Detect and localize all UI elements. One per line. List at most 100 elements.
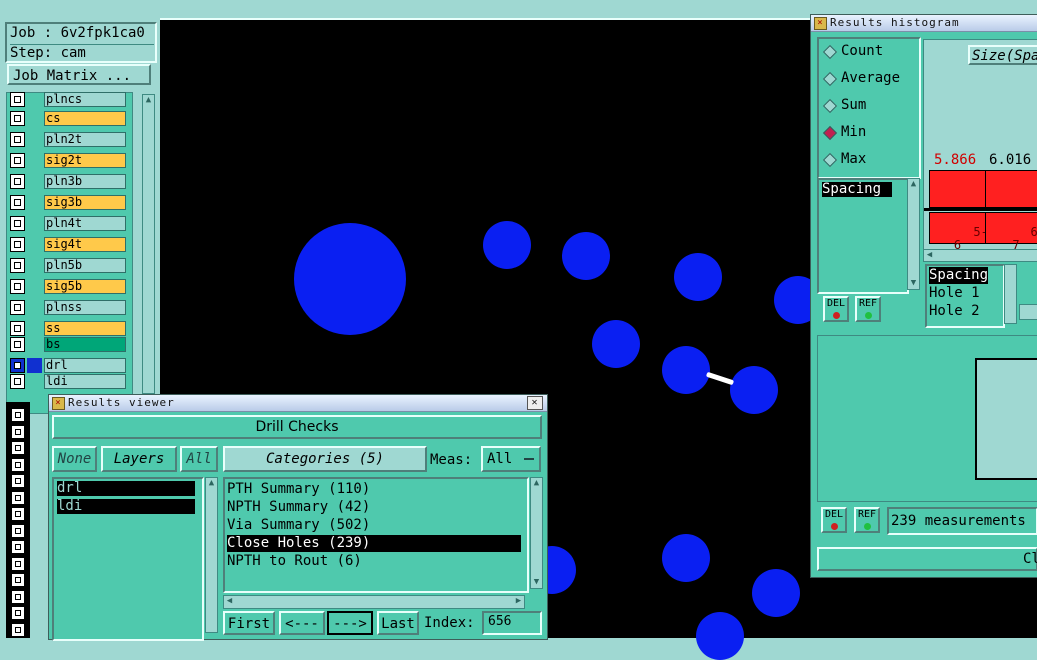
results-viewer-titlebar[interactable]: × Results viewer ✕ xyxy=(49,395,547,412)
row-checkbox[interactable] xyxy=(11,556,25,571)
all-layers-button[interactable]: All xyxy=(180,446,218,472)
layer-row-plnss[interactable]: plnss xyxy=(10,300,128,315)
layer-row-ss[interactable]: ss xyxy=(10,321,128,336)
layer-checkbox[interactable] xyxy=(10,195,25,210)
scroll-up-arrow[interactable]: ▲ xyxy=(531,478,542,489)
row-checkbox[interactable] xyxy=(11,573,25,587)
layer-list-scrollbar[interactable]: ▲ xyxy=(142,94,155,394)
category-item[interactable]: NPTH to Rout (6) xyxy=(227,553,521,570)
histogram-bar-2[interactable] xyxy=(985,170,1037,208)
category-item[interactable]: NPTH Summary (42) xyxy=(227,499,521,516)
layer-row-sig4t[interactable]: sig4t xyxy=(10,237,128,252)
row-checkbox[interactable] xyxy=(11,474,25,488)
category-item[interactable]: Via Summary (502) xyxy=(227,517,521,534)
layer-checkbox[interactable] xyxy=(10,111,25,126)
layer-checkbox[interactable] xyxy=(10,279,25,294)
layer-name[interactable]: sig5b xyxy=(44,279,126,294)
categories-button[interactable]: Categories (5) xyxy=(223,446,427,472)
layer-checkbox[interactable] xyxy=(10,216,25,231)
radio-diamond-icon[interactable] xyxy=(822,44,838,60)
scroll-left-arrow[interactable]: ◀ xyxy=(224,596,235,607)
radio-option-count[interactable]: Count xyxy=(822,43,913,61)
layer-checkbox[interactable] xyxy=(10,174,25,189)
layer-name[interactable]: sig2t xyxy=(44,153,126,168)
row-checkbox[interactable] xyxy=(11,408,25,422)
row-checkbox[interactable] xyxy=(11,507,25,521)
radio-diamond-icon[interactable] xyxy=(822,98,838,114)
radio-option-sum[interactable]: Sum xyxy=(822,97,913,115)
layer-row-pln5b[interactable]: pln5b xyxy=(10,258,128,273)
row-checkbox[interactable] xyxy=(11,540,25,554)
prev-button[interactable]: <--- xyxy=(279,611,325,635)
ref-button-bottom[interactable]: REF xyxy=(854,507,880,533)
layer-name[interactable]: pln3b xyxy=(44,174,126,189)
next-button[interactable]: ---> xyxy=(327,611,373,635)
row-checkbox[interactable] xyxy=(11,457,25,472)
row-checkbox[interactable] xyxy=(11,523,25,538)
scroll-down-arrow[interactable]: ▼ xyxy=(531,577,542,588)
layer-select-scrollbar[interactable]: ▲ xyxy=(205,477,218,633)
layer-name[interactable]: plnss xyxy=(44,300,126,315)
layer-row-sig3b[interactable]: sig3b xyxy=(10,195,128,210)
histogram-close-button[interactable]: Cl xyxy=(817,547,1037,571)
scroll-up-arrow[interactable]: ▲ xyxy=(908,179,919,190)
layer-row-plncs[interactable]: plncs xyxy=(10,92,128,107)
row-checkbox[interactable] xyxy=(11,441,25,455)
layer-checkbox[interactable] xyxy=(10,358,25,373)
del-button-bottom[interactable]: DEL xyxy=(821,507,847,533)
info-list-item[interactable]: Hole 1 xyxy=(929,285,980,302)
radio-option-min[interactable]: Min xyxy=(822,124,913,142)
close-icon[interactable]: ✕ xyxy=(527,396,543,410)
ref-button[interactable]: REF xyxy=(855,296,881,322)
row-checkbox[interactable] xyxy=(11,589,25,604)
layer-checkbox[interactable] xyxy=(10,337,25,352)
radio-diamond-icon[interactable] xyxy=(822,152,838,168)
layer-name[interactable]: pln4t xyxy=(44,216,126,231)
row-checkbox[interactable] xyxy=(11,622,25,637)
histogram-bar-1[interactable] xyxy=(929,170,986,208)
job-matrix-button[interactable]: Job Matrix ... xyxy=(7,64,151,85)
layer-name[interactable]: plncs xyxy=(44,92,126,107)
row-checkbox[interactable] xyxy=(11,490,25,505)
histogram-titlebar[interactable]: × Results histogram xyxy=(811,15,1037,32)
first-button[interactable]: First xyxy=(223,611,275,635)
histogram-field-list[interactable]: Spacing xyxy=(817,178,909,294)
radio-option-average[interactable]: Average xyxy=(822,70,913,88)
layer-checkbox[interactable] xyxy=(10,153,25,168)
layer-row-drl[interactable]: drl xyxy=(10,358,128,373)
layer-row-pln2t[interactable]: pln2t xyxy=(10,132,128,147)
category-item[interactable]: PTH Summary (110) xyxy=(227,481,521,498)
radio-option-max[interactable]: Max xyxy=(822,151,913,169)
del-button[interactable]: DEL xyxy=(823,296,849,322)
layer-name[interactable]: ss xyxy=(44,321,126,336)
radio-diamond-icon[interactable] xyxy=(822,125,838,141)
layer-checkbox[interactable] xyxy=(10,237,25,252)
category-list[interactable]: PTH Summary (110) NPTH Summary (42) Via Su… xyxy=(223,477,529,593)
layer-row-pln4t[interactable]: pln4t xyxy=(10,216,128,231)
layer-checkbox[interactable] xyxy=(10,92,25,107)
field-list-item[interactable]: Spacing xyxy=(822,182,892,197)
layer-checkbox[interactable] xyxy=(10,321,25,336)
layer-row-sig2t[interactable]: sig2t xyxy=(10,153,128,168)
radio-diamond-icon[interactable] xyxy=(822,71,838,87)
histogram-hscrollbar[interactable]: ◀ xyxy=(923,249,1037,262)
layer-select-list[interactable]: drl ldi xyxy=(52,477,204,641)
layer-row-cs[interactable]: cs xyxy=(10,111,128,126)
none-button[interactable]: None xyxy=(52,446,97,472)
layer-name[interactable]: pln2t xyxy=(44,132,126,147)
category-list-scrollbar[interactable]: ▲ ▼ xyxy=(530,477,543,589)
scroll-down-arrow[interactable]: ▼ xyxy=(908,278,919,289)
layer-name[interactable]: ldi xyxy=(44,374,126,389)
layers-button[interactable]: Layers xyxy=(101,446,177,472)
layer-row-sig5b[interactable]: sig5b xyxy=(10,279,128,294)
layer-row-ldi[interactable]: ldi xyxy=(10,374,128,389)
scroll-up-arrow[interactable]: ▲ xyxy=(206,478,217,489)
field-list-scrollbar[interactable]: ▲ ▼ xyxy=(907,178,920,290)
scroll-left-arrow[interactable]: ◀ xyxy=(924,250,935,261)
last-button[interactable]: Last xyxy=(377,611,419,635)
layer-checkbox[interactable] xyxy=(10,132,25,147)
info-list-scrollbar[interactable] xyxy=(1004,264,1017,324)
histogram-info-list[interactable]: Spacing Hole 1 Hole 2 xyxy=(925,264,1005,328)
category-hscrollbar[interactable]: ◀ ▶ xyxy=(223,595,525,609)
layer-list-item[interactable]: ldi xyxy=(57,499,195,514)
